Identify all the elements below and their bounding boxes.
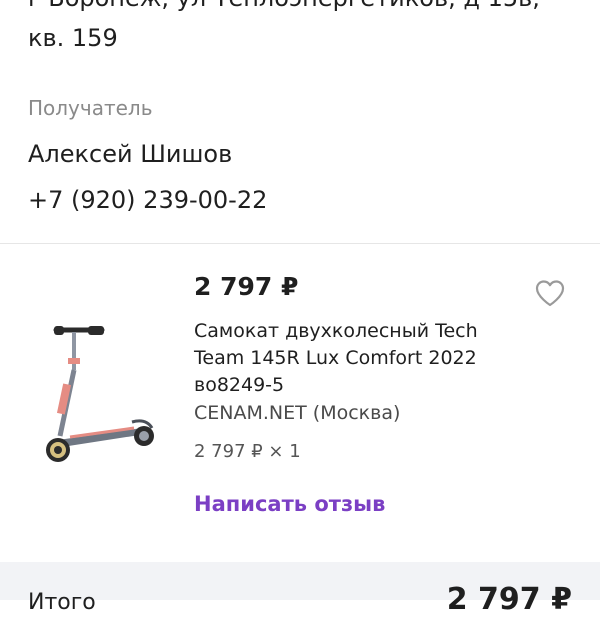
heart-outline-icon[interactable] — [534, 279, 566, 307]
price-quantity: 2 797 ₽ × 1 — [194, 441, 301, 462]
scooter-image[interactable] — [30, 318, 170, 478]
section-divider — [0, 243, 600, 244]
recipient-phone: +7 (920) 239-00-22 — [28, 186, 268, 214]
recipient-name: Алексей Шишов — [28, 140, 233, 168]
order-summary: Итого 2 797 ₽ — [0, 562, 600, 617]
seller-name: CENAM.NET (Москва) — [194, 402, 401, 424]
address-line-1: г Воронеж, ул Теплоэнергетиков, д 15в, — [28, 0, 540, 12]
address-line-2: кв. 159 — [28, 24, 118, 52]
recipient-caption: Получатель — [28, 96, 153, 120]
total-label: Итого — [28, 590, 96, 615]
product-title[interactable]: Самокат двухколесный Tech Team 145R Lux … — [194, 318, 494, 399]
product-price: 2 797 ₽ — [194, 272, 299, 301]
write-review-link[interactable]: Написать отзыв — [194, 492, 385, 516]
